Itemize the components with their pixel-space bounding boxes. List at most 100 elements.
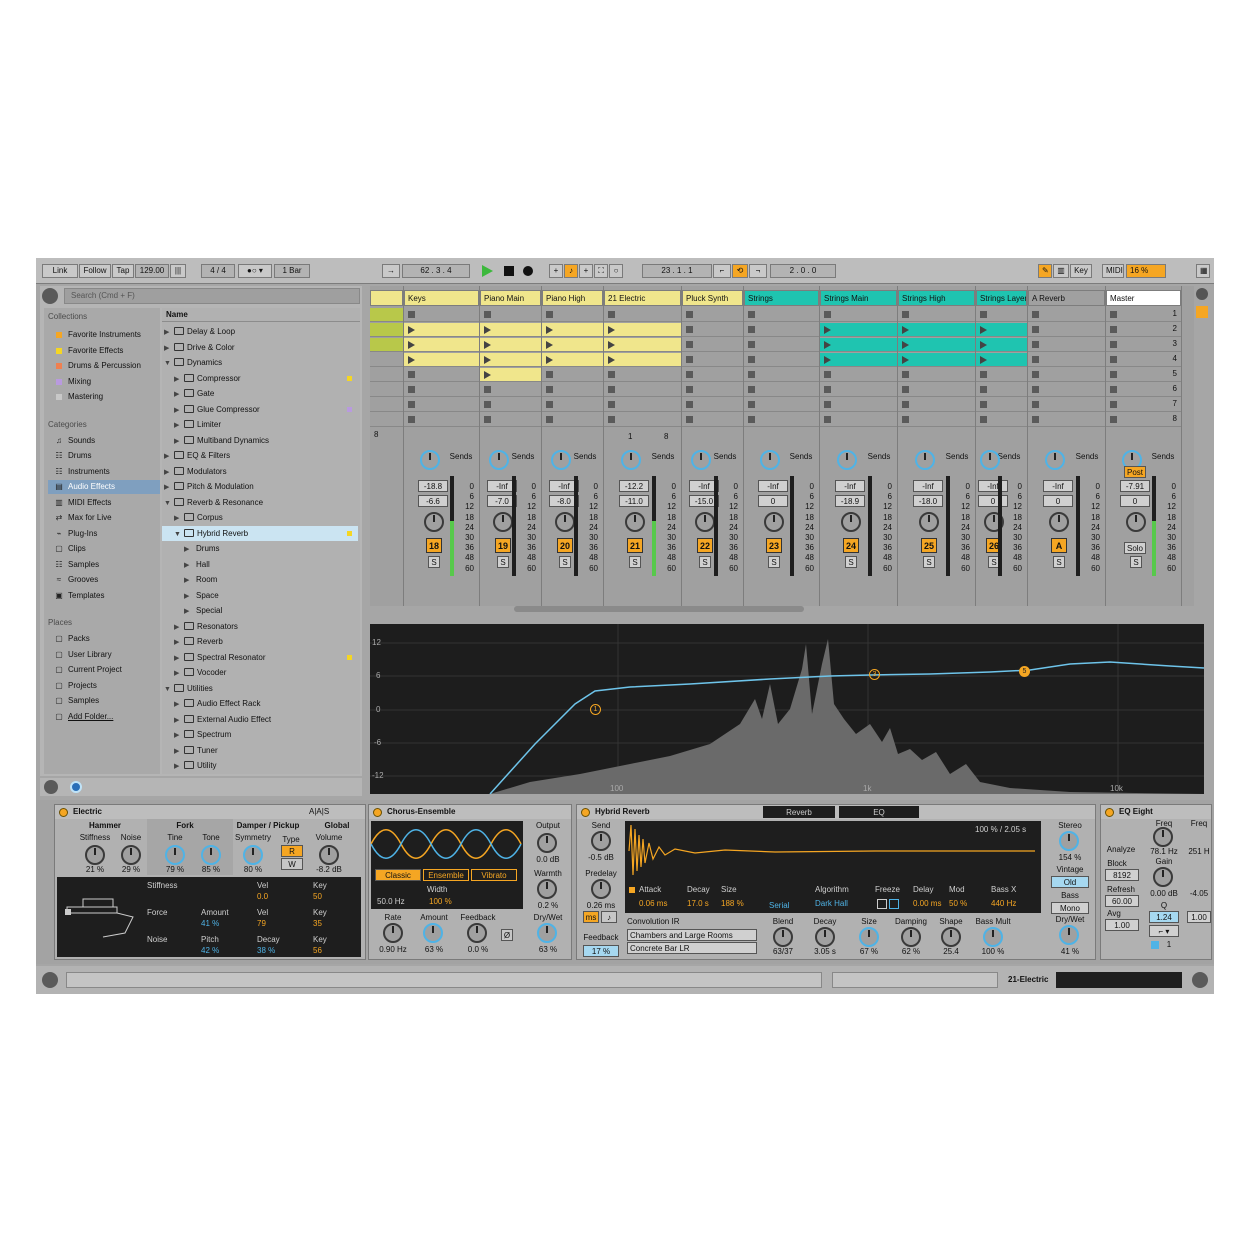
clip-slot[interactable]: [1028, 323, 1105, 337]
browser-tree-row[interactable]: ▼ Utilities: [162, 681, 358, 696]
avg-field[interactable]: 1.00: [1105, 919, 1139, 931]
clip-play-icon[interactable]: [608, 326, 615, 334]
volume-field[interactable]: -Inf: [913, 480, 943, 492]
category-item[interactable]: ⇄ Max for Live: [48, 511, 160, 525]
arrangement-position-field[interactable]: 62 . 3 . 4: [402, 264, 470, 278]
category-item[interactable]: ▥ MIDI Effects: [48, 496, 160, 510]
browser-tree-row[interactable]: ▶ Special: [162, 603, 358, 618]
clip-slot[interactable]: [542, 368, 603, 382]
clip-stop-icon[interactable]: [824, 371, 831, 378]
expanded-arrow-icon[interactable]: ▼: [174, 527, 182, 542]
clip-slot[interactable]: [898, 308, 975, 322]
clip-slot[interactable]: [1028, 353, 1105, 367]
solo-s-button[interactable]: S: [768, 556, 780, 568]
freeze-snowflake-icon[interactable]: [889, 899, 899, 909]
browser-tree-row[interactable]: ▶ Compressor: [162, 371, 358, 386]
clip-slot[interactable]: [744, 398, 819, 412]
browser-tree-row[interactable]: ▶ External Audio Effect: [162, 712, 358, 727]
clip-stop-icon[interactable]: [608, 311, 615, 318]
tempo-field[interactable]: 129.00: [135, 264, 169, 278]
key-map-button[interactable]: Key: [1070, 264, 1092, 278]
collapsed-arrow-icon[interactable]: ▶: [164, 480, 172, 495]
volume-field[interactable]: -Inf: [1043, 480, 1073, 492]
pan-knob[interactable]: [695, 512, 715, 532]
send-a-knob[interactable]: [980, 450, 1000, 470]
clip-slot[interactable]: 8: [1106, 413, 1181, 427]
hybrid-knob[interactable]: [941, 927, 961, 947]
track-name[interactable]: 21 Electric: [604, 290, 681, 306]
clip-stop-icon[interactable]: [748, 416, 755, 423]
clip-stop-icon[interactable]: [546, 371, 553, 378]
search-input[interactable]: Search (Cmd + F): [64, 288, 360, 304]
filter-type-select[interactable]: ⌐ ▾: [1149, 925, 1179, 937]
browser-tree-row[interactable]: ▼ Hybrid Reverb: [162, 525, 358, 542]
clip-slot[interactable]: [370, 398, 403, 412]
clip-slot[interactable]: [682, 353, 743, 367]
clip-slot[interactable]: [1028, 413, 1105, 427]
clip-slot[interactable]: [976, 308, 1027, 322]
horizontal-scrollbar[interactable]: [514, 606, 804, 612]
clip-slot[interactable]: [898, 353, 975, 367]
clip-slot[interactable]: [898, 398, 975, 412]
collapsed-arrow-icon[interactable]: ▶: [184, 589, 192, 604]
serial-select[interactable]: Serial: [769, 901, 789, 910]
collapsed-arrow-icon[interactable]: ▶: [174, 713, 182, 728]
browser-tree-row[interactable]: ▶ Pitch & Modulation: [162, 479, 358, 494]
hybrid-knob[interactable]: [815, 927, 835, 947]
phase-invert-button[interactable]: Ø: [501, 929, 513, 941]
electric-param-value[interactable]: 42 %: [201, 946, 219, 955]
solo-s-button[interactable]: S: [497, 556, 509, 568]
midi-map-button[interactable]: MIDI: [1102, 264, 1124, 278]
pan-knob[interactable]: [555, 512, 575, 532]
track-name[interactable]: Keys: [404, 290, 479, 306]
vintage-select[interactable]: Old: [1051, 876, 1089, 888]
pan-knob[interactable]: [625, 512, 645, 532]
electric-knob[interactable]: [319, 845, 339, 865]
name-column-header[interactable]: Name: [162, 308, 360, 322]
track-name[interactable]: Master: [1106, 290, 1181, 306]
place-item[interactable]: ▢ Projects: [48, 679, 160, 693]
clip-slot[interactable]: [820, 308, 897, 322]
clip-slot[interactable]: [898, 368, 975, 382]
clip-stop-icon[interactable]: [980, 311, 987, 318]
clip-slot[interactable]: [542, 338, 603, 352]
clip-slot[interactable]: 2: [1106, 323, 1181, 337]
q-field[interactable]: 1.24: [1149, 911, 1179, 923]
nudge-icon[interactable]: |||: [170, 264, 186, 278]
reverb-param-value[interactable]: 0.00 ms: [913, 899, 941, 908]
clip-slot[interactable]: [898, 413, 975, 427]
category-item[interactable]: ☷ Drums: [48, 449, 160, 463]
collapsed-arrow-icon[interactable]: ▶: [174, 666, 182, 681]
clip-slot[interactable]: [744, 323, 819, 337]
volume-field[interactable]: -Inf: [758, 480, 788, 492]
collapsed-arrow-icon[interactable]: ▶: [174, 728, 182, 743]
clip-slot[interactable]: [976, 383, 1027, 397]
browser-tree-row[interactable]: ▶ Resonators: [162, 619, 358, 634]
browser-toggle-icon[interactable]: [42, 288, 58, 304]
collapsed-arrow-icon[interactable]: ▶: [174, 744, 182, 759]
clip-slot[interactable]: [480, 368, 541, 382]
clip-stop-icon[interactable]: [1110, 386, 1117, 393]
track-name[interactable]: Piano High: [542, 290, 603, 306]
pan-field[interactable]: 0: [758, 495, 788, 507]
clip-slot[interactable]: [820, 398, 897, 412]
clip-stop-icon[interactable]: [1032, 371, 1039, 378]
clip-stop-icon[interactable]: [1110, 356, 1117, 363]
pan-knob[interactable]: [493, 512, 513, 532]
clip-play-icon[interactable]: [546, 326, 553, 334]
clip-stop-icon[interactable]: [980, 386, 987, 393]
groove-pool-icon[interactable]: [44, 780, 58, 794]
clip-stop-icon[interactable]: [484, 311, 491, 318]
rate-knob[interactable]: [383, 923, 403, 943]
clip-slot[interactable]: [604, 413, 681, 427]
browser-tree-row[interactable]: ▶ Spectrum: [162, 727, 358, 742]
reverb-param-value[interactable]: 440 Hz: [991, 899, 1016, 908]
pan-field[interactable]: -11.0: [619, 495, 649, 507]
clip-stop-icon[interactable]: [686, 311, 693, 318]
collapsed-arrow-icon[interactable]: ▶: [164, 325, 172, 340]
clip-slot[interactable]: [682, 413, 743, 427]
browser-tree-row[interactable]: ▶ Tuner: [162, 743, 358, 758]
clip-stop-icon[interactable]: [408, 371, 415, 378]
browser-tree-row[interactable]: ▶ Reverb: [162, 634, 358, 649]
clip-slot[interactable]: [480, 413, 541, 427]
